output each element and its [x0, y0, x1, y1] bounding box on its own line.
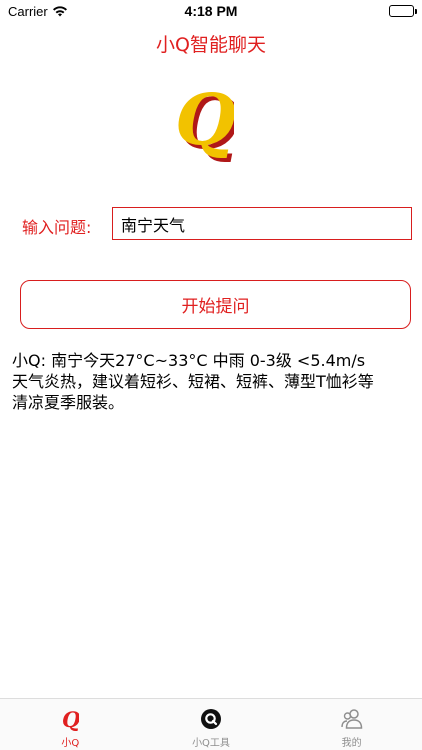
answer-line: 清凉夏季服装。	[12, 393, 125, 412]
tab-xiaoq[interactable]: Q 小Q	[0, 699, 141, 750]
tab-mine[interactable]: 我的	[281, 699, 422, 750]
tab-label: 小Q工具	[192, 738, 230, 749]
q-logo-icon: Q	[58, 707, 82, 731]
battery-icon	[389, 5, 417, 17]
ask-button[interactable]: 开始提问	[20, 280, 411, 329]
answer-line: 天气炎热，建议着短衫、短裙、短裤、薄型T恤衫等	[12, 372, 374, 391]
answer-text: 小Q: 南宁今天27°C~33°C 中雨 0-3级 <5.4m/s 天气炎热，建…	[12, 350, 414, 413]
user-group-icon	[340, 707, 364, 731]
q-logo-icon: Q Q	[172, 78, 240, 165]
status-time: 4:18 PM	[184, 3, 238, 19]
tab-label: 我的	[341, 738, 362, 749]
tab-bar: Q 小Q 小Q工具 我的	[0, 698, 422, 750]
q-tools-icon	[199, 707, 223, 731]
answer-line: 小Q: 南宁今天27°C~33°C 中雨 0-3级 <5.4m/s	[12, 351, 366, 370]
tab-label: 小Q	[61, 738, 80, 749]
question-label: 输入问题:	[22, 218, 92, 237]
svg-text:Q: Q	[175, 80, 234, 161]
question-input[interactable]	[112, 207, 412, 240]
tab-xiaoq-tools[interactable]: 小Q工具	[141, 699, 282, 750]
question-row: 输入问题:	[20, 207, 412, 240]
status-bar: Carrier 4:18 PM	[0, 0, 422, 22]
svg-text:Q: Q	[62, 707, 79, 731]
page-title: 小Q智能聊天	[156, 34, 266, 56]
